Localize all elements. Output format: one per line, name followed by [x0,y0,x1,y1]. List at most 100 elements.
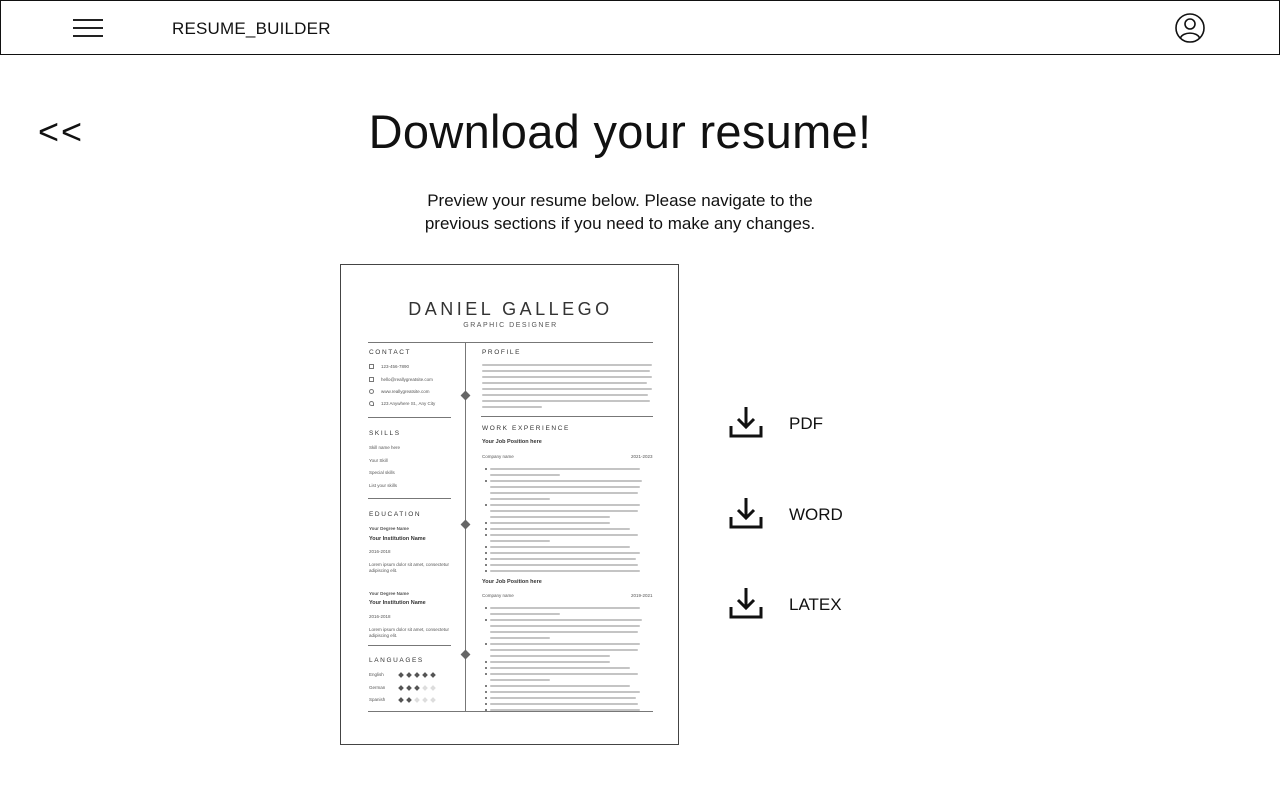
resume-divider [368,342,653,343]
language-level-diamond [414,685,420,691]
resume-text-line [490,631,638,633]
language-level-diamond [398,685,404,691]
resume-divider [368,498,451,499]
resume-text-line [490,570,640,572]
resume-contact-address: 123 Anywhere St., Any City [381,401,436,406]
resume-text-line [482,388,652,390]
resume-text-line [490,492,638,494]
resume-bullet [485,691,487,693]
app-title[interactable]: RESUME_BUILDER [172,19,331,39]
resume-text-line [490,504,640,506]
resume-degree: Your Degree Name [369,526,409,531]
resume-job-years: 2019-2021 [631,593,653,598]
resume-job-company: Company name [482,454,514,459]
resume-bullet [485,558,487,560]
resume-text-line [482,376,652,378]
resume-section-skills: SKILLS [369,430,401,437]
resume-text-line [490,546,630,548]
resume-bullet [485,697,487,699]
resume-bullet [485,528,487,530]
resume-skill: Your Skill [369,458,388,463]
resume-section-work: WORK EXPERIENCE [482,425,570,432]
resume-divider [368,711,653,712]
resume-divider [368,645,451,646]
resume-language-german: German [369,685,386,690]
resume-skill: Skill name here [369,445,401,450]
resume-section-profile: PROFILE [482,349,522,356]
resume-bullet [485,619,487,621]
language-level-diamond [422,697,428,703]
resume-text-line [490,516,610,518]
resume-diamond-ornament [460,649,471,660]
resume-diamond-ornament [460,390,471,401]
resume-skill: Special skills [369,470,395,475]
resume-institution: Your Institution Name [369,536,426,542]
resume-text-line [490,685,630,687]
resume-preview: DANIEL GALLEGO GRAPHIC DESIGNER CONTACT … [340,264,679,745]
page-subtitle: Preview your resume below. Please naviga… [424,191,816,233]
resume-institution: Your Institution Name [369,600,426,606]
download-icon [729,498,763,529]
resume-contact-phone: 123-456-7890 [381,364,410,369]
resume-text-line [490,649,638,651]
download-latex-button[interactable]: LATEX [728,585,908,625]
resume-text-line [490,643,640,645]
location-icon [369,401,374,406]
resume-bullet [485,667,487,669]
resume-text-line [490,540,550,542]
hamburger-menu-icon[interactable] [73,17,105,41]
language-level-diamond [406,697,412,703]
user-account-icon[interactable] [1174,12,1206,44]
resume-bullet [485,504,487,506]
download-word-label: WORD [789,505,843,524]
resume-bullet [485,468,487,470]
resume-bullet [485,522,487,524]
resume-text-line [490,522,610,524]
language-level-diamond [398,672,404,678]
resume-text-line [490,474,560,476]
resume-text-line [490,468,640,470]
resume-diamond-ornament [460,519,471,530]
top-navigation-bar: RESUME_BUILDER [0,0,1280,55]
resume-text-line [490,625,640,627]
resume-text-line [482,364,652,366]
download-pdf-label: PDF [789,414,823,433]
resume-edu-text: Lorem ipsum dolor sit amet, consectetur … [369,627,450,638]
resume-text-line [490,480,642,482]
resume-text-line [490,637,550,639]
resume-contact-web: www.reallygreatsite.com [381,389,430,394]
resume-edu-text: Lorem ipsum dolor sit amet, consectetur … [369,562,450,573]
resume-text-line [490,655,610,657]
resume-text-line [490,661,610,663]
resume-text-line [490,528,630,530]
language-level-diamond [422,672,428,678]
resume-text-line [490,607,640,609]
page-title: Download your resume! [368,105,872,158]
resume-role: GRAPHIC DESIGNER [463,322,558,329]
resume-bullet [485,703,487,705]
download-pdf-button[interactable]: PDF [728,404,908,444]
language-level-diamond [414,697,420,703]
resume-section-contact: CONTACT [369,349,412,356]
resume-bullet [485,480,487,482]
resume-job-company: Company name [482,593,514,598]
language-level-diamond [430,685,436,691]
resume-bullet [485,607,487,609]
resume-bullet [485,564,487,566]
resume-edu-years: 2016-2018 [369,549,391,554]
resume-text-line [490,667,630,669]
mail-icon [369,377,374,382]
resume-language-english: English [369,672,384,677]
resume-divider [481,416,653,417]
resume-bullet [485,685,487,687]
resume-edu-years: 2016-2018 [369,614,391,619]
resume-text-line [482,406,542,408]
resume-text-line [490,510,638,512]
resume-text-line [490,679,550,681]
resume-text-line [482,394,648,396]
language-level-diamond [422,685,428,691]
resume-section-languages: LANGUAGES [369,657,424,664]
resume-text-line [482,370,650,372]
download-word-button[interactable]: WORD [728,495,908,535]
language-level-diamond [430,672,436,678]
